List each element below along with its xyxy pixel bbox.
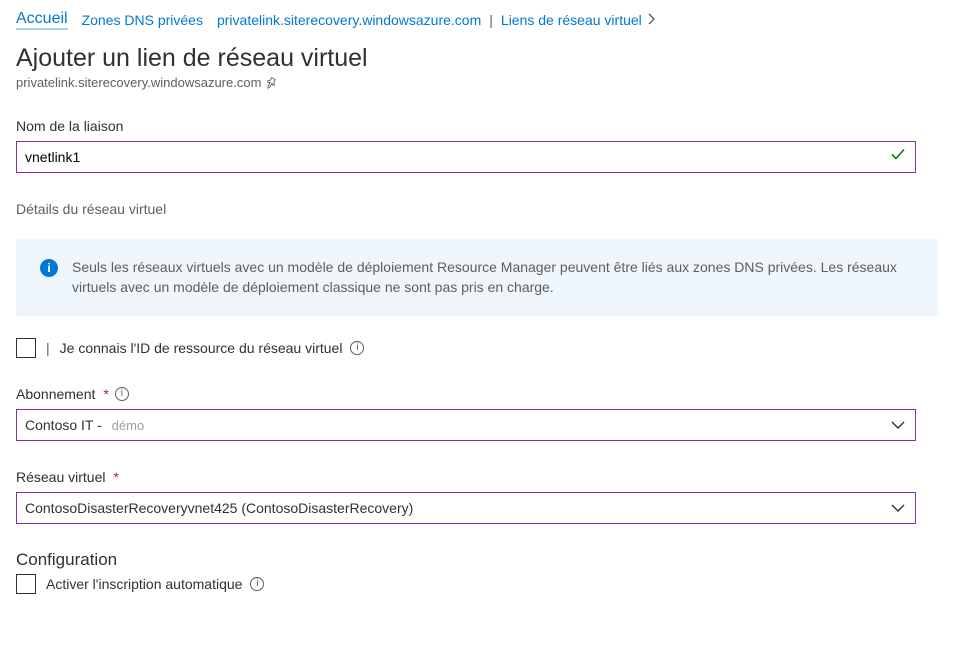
link-name-label: Nom de la liaison xyxy=(16,118,959,134)
breadcrumb-zones[interactable]: Zones DNS privées xyxy=(82,12,203,28)
vnet-label: Réseau virtuel xyxy=(16,469,106,485)
auto-registration-checkbox[interactable] xyxy=(16,574,36,594)
breadcrumb-vnet-links[interactable]: Liens de réseau virtuel xyxy=(501,12,642,28)
vnet-dropdown[interactable]: ContosoDisasterRecoveryvnet425 (ContosoD… xyxy=(16,492,916,524)
breadcrumb: Accueil Zones DNS privées privatelink.si… xyxy=(16,8,959,40)
auto-registration-label: Activer l'inscription automatique xyxy=(46,576,242,592)
info-banner: i Seuls les réseaux virtuels avec un mod… xyxy=(16,239,938,316)
know-resource-id-checkbox[interactable] xyxy=(16,338,36,358)
vnet-value: ContosoDisasterRecoveryvnet425 (ContosoD… xyxy=(25,500,413,516)
subscription-label: Abonnement xyxy=(16,386,95,402)
pin-icon[interactable] xyxy=(265,77,277,89)
info-banner-text: Seuls les réseaux virtuels avec un modèl… xyxy=(72,257,918,298)
subscription-dropdown[interactable]: Contoso IT - démo xyxy=(16,409,916,441)
required-asterisk: * xyxy=(103,386,108,402)
breadcrumb-zone-link[interactable]: privatelink.siterecovery.windowsazure.co… xyxy=(217,12,481,28)
page-subtitle: privatelink.siterecovery.windowsazure.co… xyxy=(16,75,261,90)
tooltip-icon[interactable]: i xyxy=(250,577,264,591)
page-title: Ajouter un lien de réseau virtuel xyxy=(16,44,959,73)
configuration-heading: Configuration xyxy=(16,550,959,570)
subscription-value-suffix: démo xyxy=(112,418,145,433)
chevron-down-icon xyxy=(891,503,905,513)
tooltip-icon[interactable]: i xyxy=(115,387,129,401)
info-icon: i xyxy=(40,259,58,277)
know-resource-id-label: Je connais l'ID de ressource du réseau v… xyxy=(60,340,343,356)
subscription-value: Contoso IT - xyxy=(25,417,102,433)
required-asterisk: * xyxy=(114,469,119,485)
vnet-details-label: Détails du réseau virtuel xyxy=(16,201,959,217)
chevron-right-icon xyxy=(648,12,656,28)
breadcrumb-current: privatelink.siterecovery.windowsazure.co… xyxy=(217,12,656,28)
tooltip-icon[interactable]: i xyxy=(350,341,364,355)
breadcrumb-separator: | xyxy=(489,12,493,28)
link-name-input[interactable] xyxy=(16,141,916,173)
checkbox-divider: | xyxy=(46,340,50,356)
breadcrumb-home[interactable]: Accueil xyxy=(16,10,68,30)
chevron-down-icon xyxy=(891,420,905,430)
